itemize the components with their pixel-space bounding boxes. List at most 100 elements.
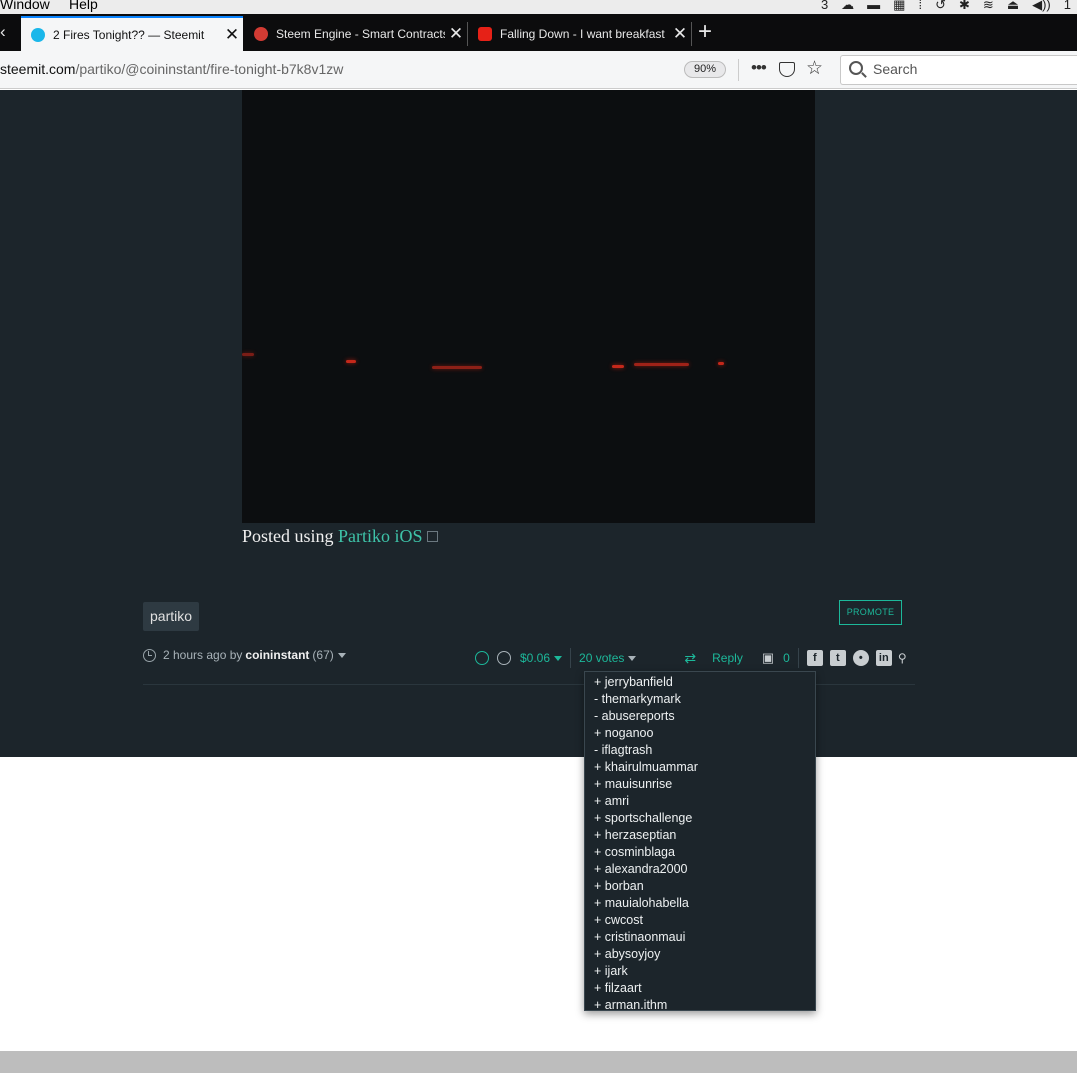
page-actions-icon[interactable]: •••: [751, 58, 767, 78]
menu-help[interactable]: Help: [69, 0, 98, 12]
comment-count[interactable]: 0: [783, 651, 790, 665]
voter-item[interactable]: + alexandra2000: [585, 861, 815, 878]
fire-glow: [242, 353, 254, 356]
linkedin-icon[interactable]: in: [875, 650, 892, 666]
author-reputation: (67): [312, 648, 334, 662]
upvote-icon[interactable]: [475, 651, 489, 665]
creative-cloud-icon[interactable]: ☁: [841, 0, 854, 13]
time-machine-icon[interactable]: ↺: [935, 0, 946, 13]
url-host: steemit.com: [0, 61, 76, 77]
menu-window[interactable]: Window: [0, 0, 50, 12]
facebook-icon[interactable]: f: [806, 650, 823, 666]
clock-text[interactable]: 1: [1064, 0, 1071, 13]
tab-title: Falling Down - I want breakfast: [500, 26, 665, 41]
fire-glow: [432, 366, 482, 369]
tag-partiko[interactable]: partiko: [143, 602, 200, 631]
voter-item[interactable]: + cristinaonmaui: [585, 929, 815, 946]
display-icon[interactable]: ▬: [867, 0, 880, 13]
macos-menu-bar: Window Help 3 ☁ ▬ ▦ ⁞ ↺ ✱ ≋ ⏏ ◀)) 1: [0, 0, 1077, 14]
twitter-icon[interactable]: t: [829, 650, 846, 666]
post-time: 2 hours ago by: [163, 648, 243, 662]
posted-prefix: Posted using: [242, 526, 334, 546]
voter-item[interactable]: + herzaseptian: [585, 827, 815, 844]
voter-item[interactable]: + jerrybanfield: [585, 674, 815, 691]
tab-title: 2 Fires Tonight?? — Steemit: [53, 27, 205, 42]
voter-item[interactable]: + ijark: [585, 963, 815, 980]
volume-icon[interactable]: ◀)): [1032, 0, 1051, 13]
url-path: /partiko/@coininstant/fire-tonight-b7k8v…: [75, 61, 344, 77]
post-image: [242, 90, 815, 523]
voter-item[interactable]: - iflagtrash: [585, 742, 815, 759]
external-link-icon: [426, 531, 438, 542]
bookmark-star-icon[interactable]: ☆: [806, 57, 823, 80]
tab-youtube[interactable]: Falling Down - I want breakfast ✕: [468, 16, 691, 51]
voter-item[interactable]: + filzaart: [585, 980, 815, 997]
voter-item[interactable]: + sportschallenge: [585, 810, 815, 827]
clock-icon: [143, 648, 156, 662]
voter-item[interactable]: + amri: [585, 793, 815, 810]
close-tab-icon[interactable]: ✕: [669, 24, 691, 44]
vote-bar: $0.06 20 votes ⇄ Reply ▣ 0 f t • in ⚲: [475, 648, 907, 668]
voter-item[interactable]: + cwcost: [585, 912, 815, 929]
payout-caret-icon[interactable]: [554, 655, 563, 661]
voter-item[interactable]: + arman.ithm: [585, 997, 815, 1014]
comments-icon: ▣: [761, 650, 775, 665]
voter-item[interactable]: + cosminblaga: [585, 844, 815, 861]
fire-glow: [346, 360, 356, 363]
adobe-icon[interactable]: 3: [821, 0, 828, 13]
tab-title: Steem Engine - Smart Contracts: [276, 26, 445, 41]
dock-strip: [0, 1051, 1077, 1073]
close-tab-icon[interactable]: ✕: [221, 25, 243, 45]
post-meta: 2 hours ago by coininstant (67): [143, 648, 346, 662]
reddit-icon[interactable]: •: [852, 650, 869, 666]
resteem-icon[interactable]: ⇄: [684, 650, 696, 667]
reply-link[interactable]: Reply: [712, 651, 743, 665]
bluetooth-icon[interactable]: ✱: [959, 0, 970, 13]
divider: [797, 648, 799, 668]
search-input[interactable]: [873, 61, 1063, 77]
votes-toggle[interactable]: 20 votes: [579, 651, 624, 665]
fire-glow: [718, 362, 724, 365]
voter-item[interactable]: + khairulmuammar: [585, 759, 815, 776]
payout-value[interactable]: $0.06: [520, 651, 550, 665]
tab-scroll-left-icon[interactable]: ‹: [0, 22, 6, 42]
posted-using: Posted using Partiko iOS: [242, 526, 438, 547]
voter-item[interactable]: - abusereports: [585, 708, 815, 725]
voter-item[interactable]: + noganoo: [585, 725, 815, 742]
votes-caret-icon[interactable]: [628, 655, 637, 661]
voter-item[interactable]: + mauialohabella: [585, 895, 815, 912]
pocket-icon[interactable]: [779, 62, 795, 77]
steemit-icon: [31, 27, 45, 42]
tab-steemit[interactable]: 2 Fires Tonight?? — Steemit ✕: [21, 16, 243, 51]
partiko-link[interactable]: Partiko iOS: [338, 526, 423, 546]
search-icon: [849, 61, 863, 75]
url-bar[interactable]: steemit.com/partiko/@coininstant/fire-to…: [0, 61, 343, 77]
voter-item[interactable]: + abysoyjoy: [585, 946, 815, 963]
fire-glow: [634, 363, 689, 366]
new-tab-icon[interactable]: +: [698, 18, 712, 46]
keyboard-icon[interactable]: ⁞: [918, 0, 922, 13]
author-menu-caret-icon[interactable]: [337, 652, 346, 658]
divider: [738, 59, 739, 81]
fire-glow: [612, 365, 624, 368]
author-link[interactable]: coininstant: [245, 648, 309, 662]
tab-divider: [691, 22, 692, 46]
tab-steem-engine[interactable]: Steem Engine - Smart Contracts ✕: [244, 16, 467, 51]
tab-strip: ‹ 2 Fires Tonight?? — Steemit ✕ Steem En…: [0, 14, 1077, 51]
youtube-icon: [478, 26, 492, 41]
divider: [570, 648, 572, 668]
zoom-indicator[interactable]: 90%: [684, 61, 726, 78]
close-tab-icon[interactable]: ✕: [445, 24, 467, 44]
voter-item[interactable]: + mauisunrise: [585, 776, 815, 793]
eject-icon[interactable]: ⏏: [1007, 0, 1019, 13]
calendar-icon[interactable]: ▦: [893, 0, 905, 13]
votes-dropdown: + jerrybanfield - themarkymark - abusere…: [584, 671, 816, 1014]
wifi-icon[interactable]: ≋: [983, 0, 994, 13]
voter-item[interactable]: + borban: [585, 878, 815, 895]
promote-button[interactable]: PROMOTE: [839, 600, 902, 625]
downvote-icon[interactable]: [497, 651, 511, 665]
permalink-icon[interactable]: ⚲: [898, 651, 907, 665]
voter-item[interactable]: - themarkymark: [585, 691, 815, 708]
steem-engine-icon: [254, 26, 268, 41]
search-box[interactable]: [840, 55, 1077, 85]
